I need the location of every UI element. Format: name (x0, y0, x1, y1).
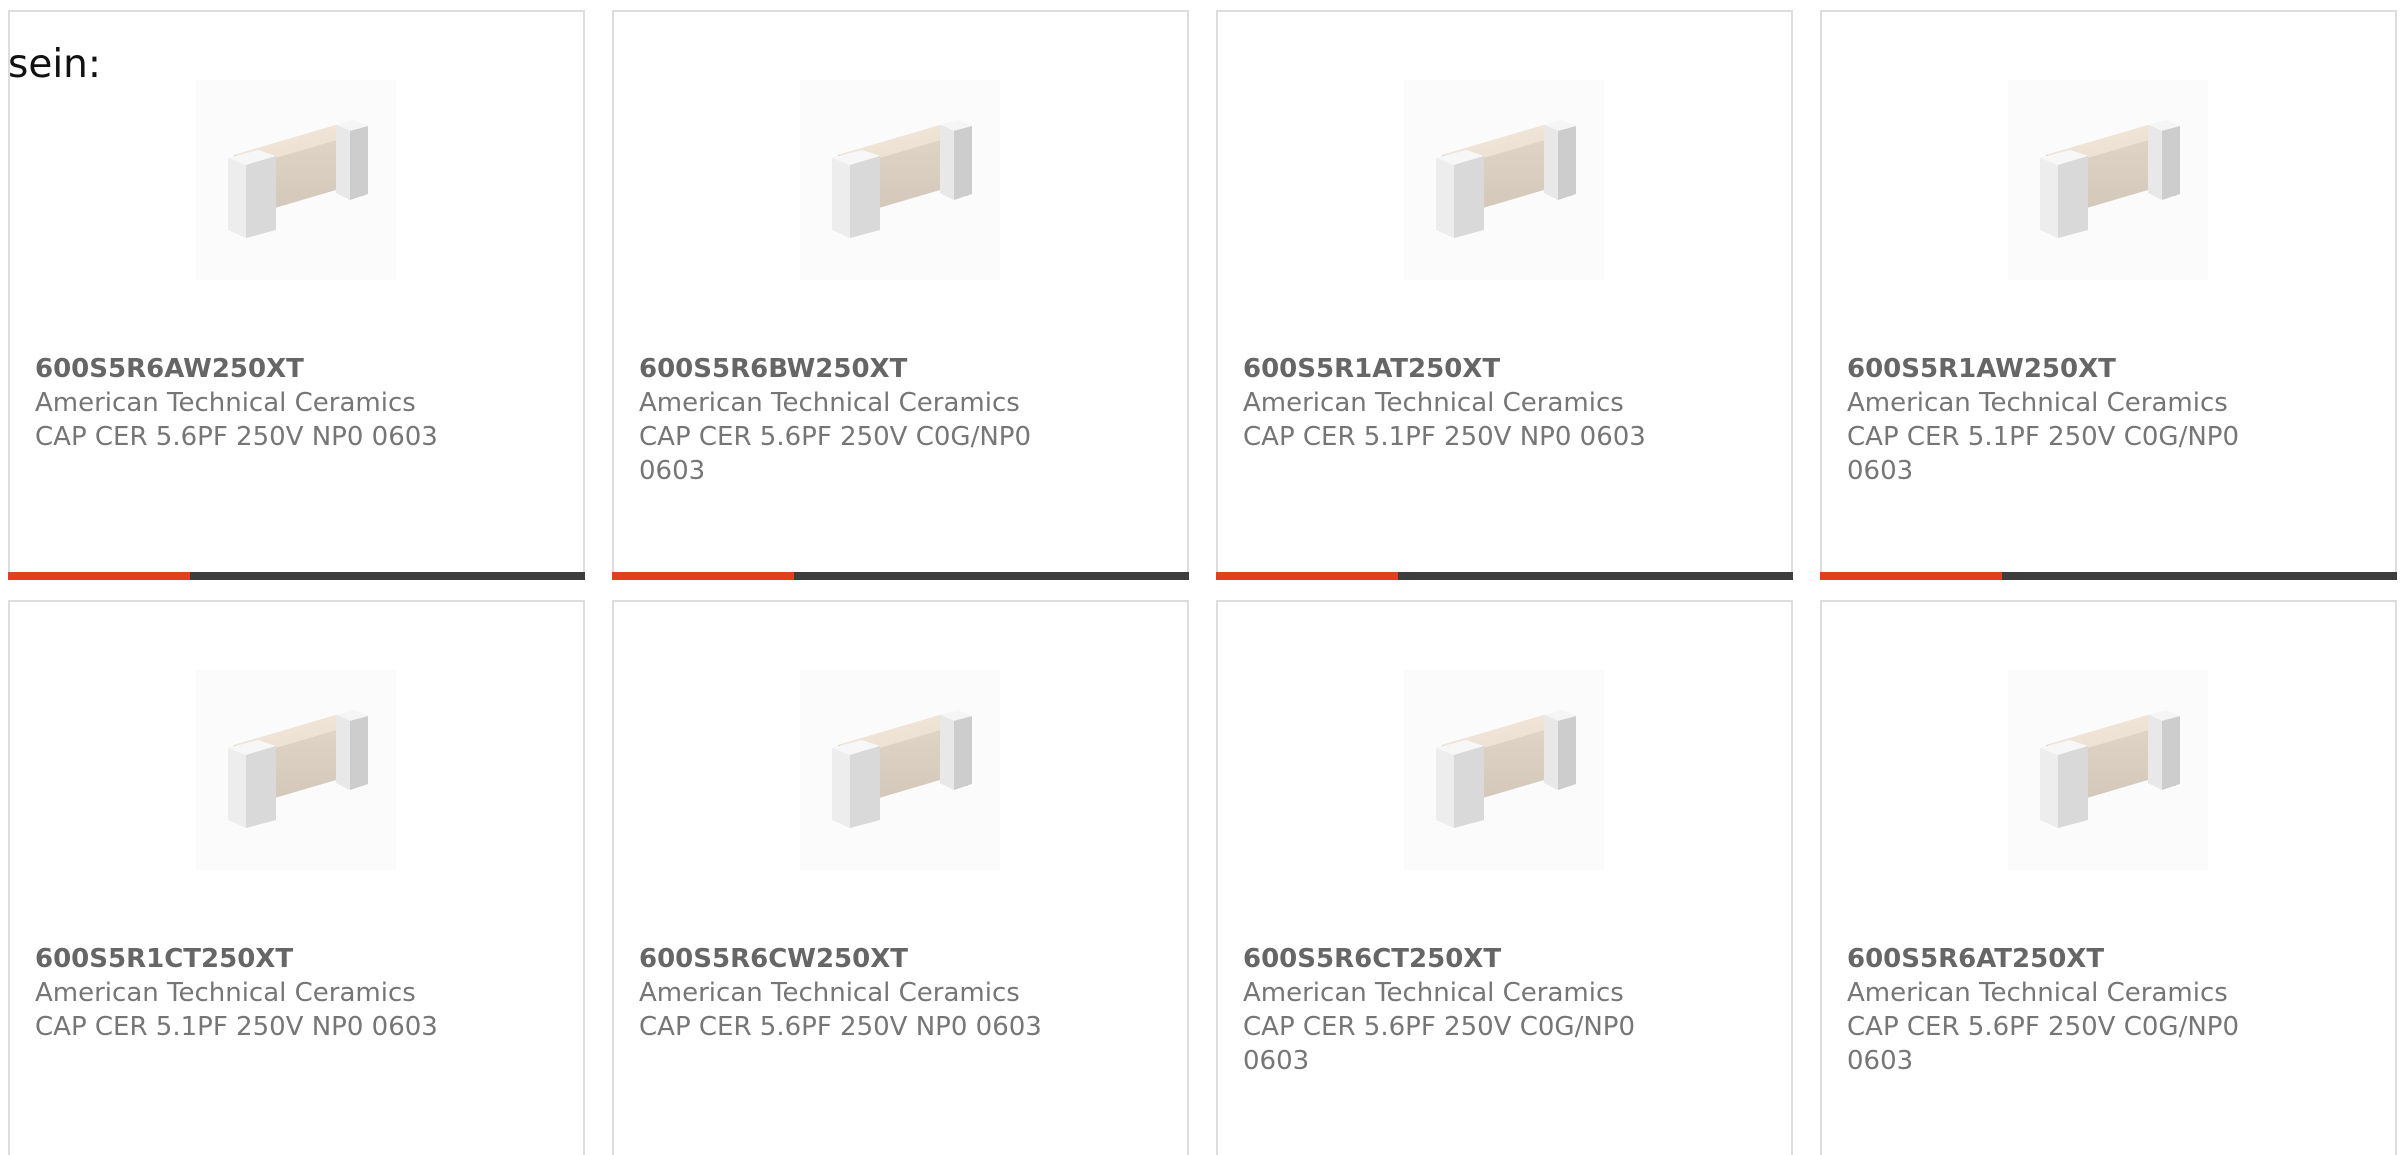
description: CAP CER 5.6PF 250V C0G/NP0 0603 (1847, 1012, 2239, 1076)
description: CAP CER 5.1PF 250V NP0 0603 (1243, 422, 1646, 452)
part-number[interactable]: 600S5R6CT250XT (1243, 942, 1673, 976)
part-number[interactable]: 600S5R1AT250XT (1243, 352, 1673, 386)
ceramic-capacitor-chip-icon (1404, 80, 1604, 280)
card-accent-bar (1216, 572, 1793, 580)
manufacturer: American Technical Ceramics (639, 388, 1020, 418)
ceramic-capacitor-chip-icon (1404, 670, 1604, 870)
product-info: 600S5R6AT250XT American Technical Cerami… (1847, 942, 2277, 1078)
product-card[interactable]: 600S5R6AT250XT American Technical Cerami… (1820, 600, 2397, 1155)
product-info: 600S5R1CT250XT American Technical Cerami… (35, 942, 465, 1044)
product-card[interactable]: 600S5R6BW250XT American Technical Cerami… (612, 10, 1189, 580)
description: CAP CER 5.6PF 250V NP0 0603 (639, 1012, 1042, 1042)
product-card[interactable]: 600S5R6CW250XT American Technical Cerami… (612, 600, 1189, 1155)
product-card[interactable]: 600S5R1CT250XT American Technical Cerami… (8, 600, 585, 1155)
manufacturer: American Technical Ceramics (35, 978, 416, 1008)
ceramic-capacitor-chip-icon (800, 670, 1000, 870)
part-number[interactable]: 600S5R6BW250XT (639, 352, 1069, 386)
description: CAP CER 5.1PF 250V NP0 0603 (35, 1012, 438, 1042)
description: CAP CER 5.6PF 250V C0G/NP0 0603 (639, 422, 1031, 486)
part-number[interactable]: 600S5R6AT250XT (1847, 942, 2277, 976)
part-number[interactable]: 600S5R6AW250XT (35, 352, 465, 386)
part-number[interactable]: 600S5R6CW250XT (639, 942, 1069, 976)
product-info: 600S5R6CT250XT American Technical Cerami… (1243, 942, 1673, 1078)
product-card[interactable]: 600S5R1AW250XT American Technical Cerami… (1820, 10, 2397, 580)
product-card[interactable]: 600S5R6CT250XT American Technical Cerami… (1216, 600, 1793, 1155)
ceramic-capacitor-chip-icon (196, 80, 396, 280)
description: CAP CER 5.1PF 250V C0G/NP0 0603 (1847, 422, 2239, 486)
product-card[interactable]: 600S5R1AT250XT American Technical Cerami… (1216, 10, 1793, 580)
card-accent-fill (8, 572, 190, 580)
ceramic-capacitor-chip-icon (2008, 670, 2208, 870)
description: CAP CER 5.6PF 250V NP0 0603 (35, 422, 438, 452)
manufacturer: American Technical Ceramics (1847, 978, 2228, 1008)
product-grid-page: sein: 600S5R6AW250XT American Technical … (0, 0, 2400, 1155)
product-card[interactable]: 600S5R6AW250XT American Technical Cerami… (8, 10, 585, 580)
card-accent-bar (612, 572, 1189, 580)
product-info: 600S5R6AW250XT American Technical Cerami… (35, 352, 465, 454)
card-accent-bar (8, 572, 585, 580)
product-info: 600S5R1AT250XT American Technical Cerami… (1243, 352, 1673, 454)
manufacturer: American Technical Ceramics (1847, 388, 2228, 418)
part-number[interactable]: 600S5R1CT250XT (35, 942, 465, 976)
ceramic-capacitor-chip-icon (2008, 80, 2208, 280)
intro-text: sein: (8, 42, 102, 87)
product-info: 600S5R6CW250XT American Technical Cerami… (639, 942, 1069, 1044)
manufacturer: American Technical Ceramics (35, 388, 416, 418)
ceramic-capacitor-chip-icon (800, 80, 1000, 280)
card-accent-fill (1216, 572, 1398, 580)
manufacturer: American Technical Ceramics (1243, 978, 1624, 1008)
ceramic-capacitor-chip-icon (196, 670, 396, 870)
part-number[interactable]: 600S5R1AW250XT (1847, 352, 2277, 386)
card-accent-fill (612, 572, 794, 580)
description: CAP CER 5.6PF 250V C0G/NP0 0603 (1243, 1012, 1635, 1076)
card-accent-bar (1820, 572, 2397, 580)
product-info: 600S5R6BW250XT American Technical Cerami… (639, 352, 1069, 488)
card-accent-fill (1820, 572, 2002, 580)
manufacturer: American Technical Ceramics (1243, 388, 1624, 418)
product-info: 600S5R1AW250XT American Technical Cerami… (1847, 352, 2277, 488)
manufacturer: American Technical Ceramics (639, 978, 1020, 1008)
